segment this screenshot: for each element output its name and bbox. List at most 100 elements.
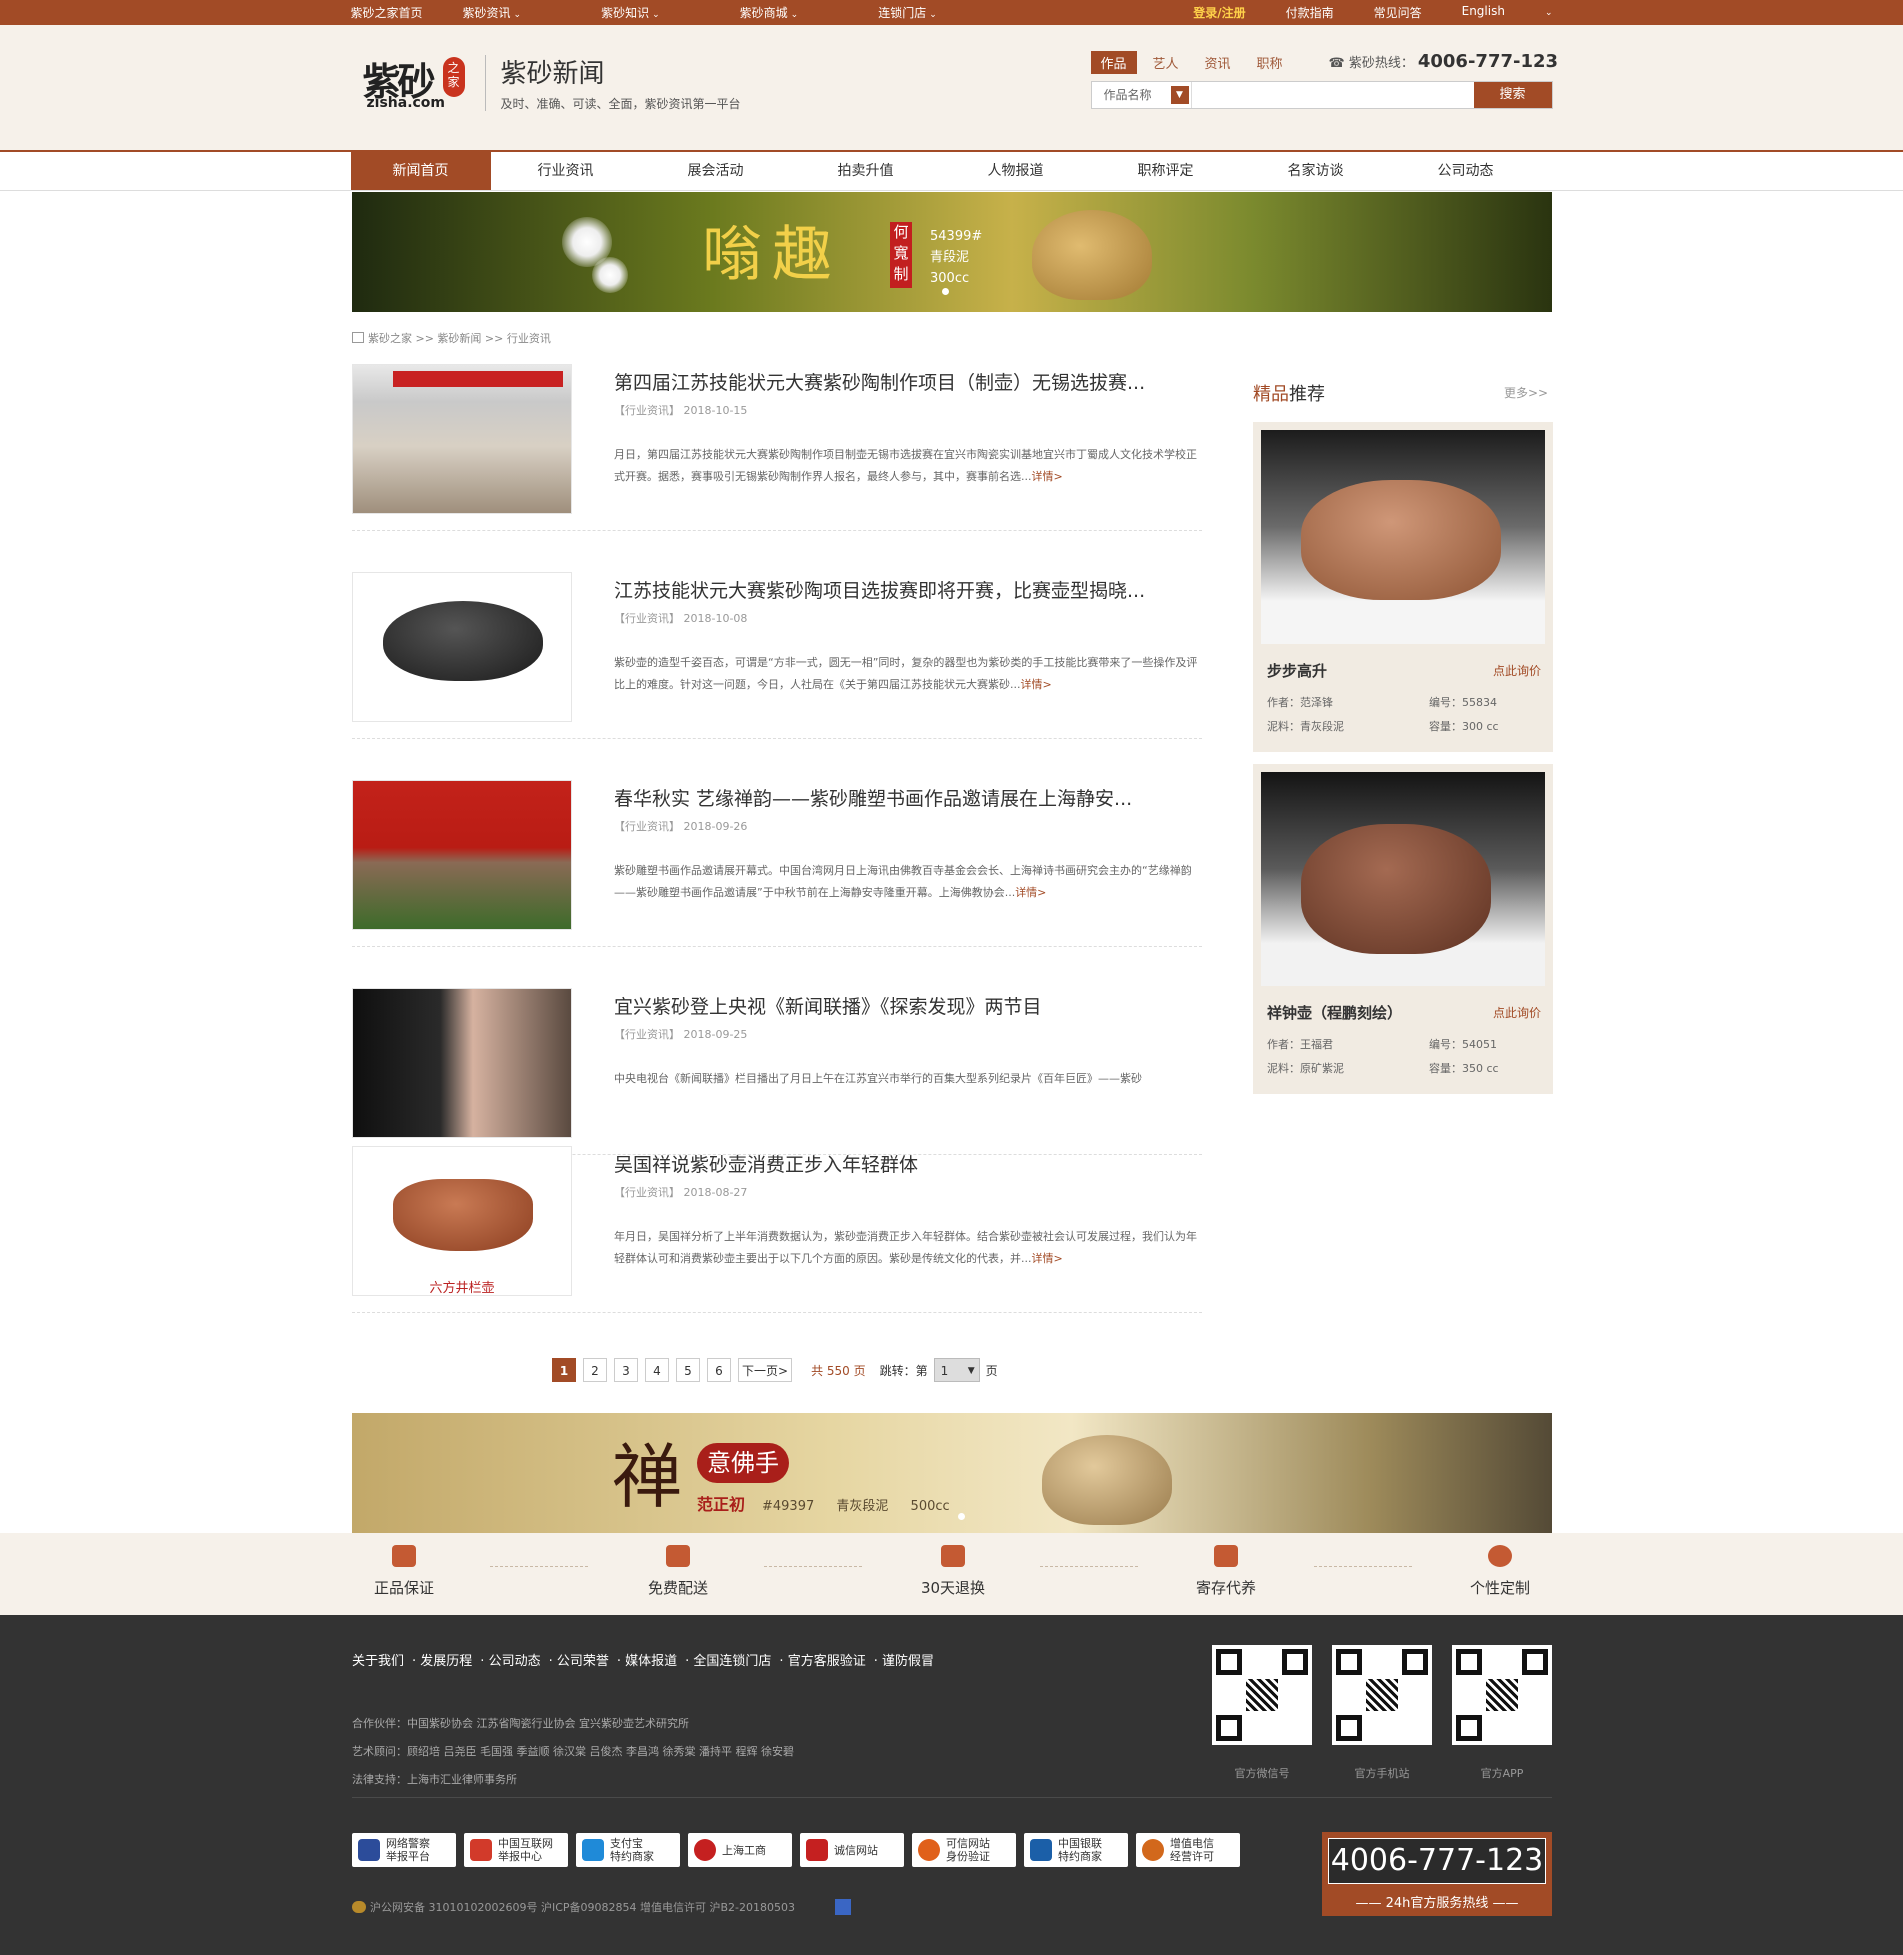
trust-badge[interactable]: 诚信网站: [800, 1833, 904, 1867]
trust-badge[interactable]: 中国银联 特约商家: [1024, 1833, 1128, 1867]
page-link[interactable]: 3: [614, 1358, 638, 1382]
footer-hotline-caption: —— 24h官方服务热线 ——: [1355, 1896, 1519, 1911]
read-more-link[interactable]: 详情>: [1015, 886, 1046, 899]
nav-interviews[interactable]: 名家访谈: [1241, 152, 1391, 190]
article-meta: 【行业资讯】 2018-09-25: [614, 1028, 748, 1041]
chevron-down-icon: ⌄: [513, 10, 522, 20]
police-badge-icon: [352, 1901, 366, 1913]
footer-link-news[interactable]: 公司动态: [489, 1654, 541, 1669]
page-link[interactable]: 5: [676, 1358, 700, 1382]
product-volume: 容量：350 cc: [1429, 1062, 1499, 1075]
nav-industry[interactable]: 行业资讯: [491, 152, 641, 190]
footer-link-verify[interactable]: 官方客服验证: [788, 1654, 866, 1669]
nav-people[interactable]: 人物报道: [941, 152, 1091, 190]
article-thumbnail[interactable]: [352, 364, 572, 514]
login-register-link[interactable]: 登录/注册: [1193, 4, 1245, 21]
chevron-down-icon: ⌄: [1544, 8, 1553, 18]
product-name[interactable]: 祥钟壶（程鹏刻绘）: [1267, 1002, 1402, 1023]
next-page-button[interactable]: 下一页>: [738, 1358, 793, 1382]
product-image[interactable]: [1261, 430, 1545, 644]
search-tab-titles[interactable]: 职称: [1247, 51, 1293, 74]
trust-badge[interactable]: 可信网站 身份验证: [912, 1833, 1016, 1867]
dropdown-arrow-icon: ▼: [1170, 86, 1189, 104]
inquire-price-link[interactable]: 点此询价: [1493, 1004, 1541, 1021]
article-title[interactable]: 吴国祥说紫砂壶消费正步入年轻群体: [614, 1150, 918, 1177]
article-title[interactable]: 宜兴紫砂登上央视《新闻联播》《探索发现》两节目: [614, 992, 1042, 1019]
nav-news-home[interactable]: 新闻首页: [350, 152, 491, 190]
top-link-news[interactable]: 紫砂资讯 ⌄: [463, 4, 562, 21]
footer-link-honors[interactable]: 公司荣誉: [557, 1654, 609, 1669]
trust-badge[interactable]: 上海工商: [688, 1833, 792, 1867]
product-name[interactable]: 步步高升: [1267, 660, 1327, 681]
article-item: 六方井栏壶 吴国祥说紫砂壶消费正步入年轻群体 【行业资讯】 2018-08-27…: [352, 1146, 1202, 1313]
nav-company[interactable]: 公司动态: [1391, 152, 1541, 190]
page-link[interactable]: 4: [645, 1358, 669, 1382]
search-tab-artists[interactable]: 艺人: [1143, 51, 1189, 74]
top-link-mall[interactable]: 紫砂商城 ⌄: [740, 4, 839, 21]
home-icon: [352, 332, 364, 343]
trust-badge[interactable]: 网络警察 举报平台: [352, 1833, 456, 1867]
read-more-link[interactable]: 详情>: [1021, 678, 1052, 691]
nav-titles[interactable]: 职称评定: [1091, 152, 1241, 190]
top-link-home[interactable]: 紫砂之家首页: [351, 4, 423, 21]
article-item: 江苏技能状元大赛紫砂陶项目选拔赛即将开赛，比赛壶型揭晓... 【行业资讯】 20…: [352, 572, 1202, 739]
banner-maker: 范正初: [697, 1495, 746, 1514]
article-title[interactable]: 江苏技能状元大赛紫砂陶项目选拔赛即将开赛，比赛壶型揭晓...: [614, 576, 1145, 603]
top-link-knowledge[interactable]: 紫砂知识 ⌄: [601, 4, 700, 21]
page-link[interactable]: 6: [707, 1358, 731, 1382]
site-header: 紫砂 之家 zisha.com 紫砂新闻 及时、准确、可读、全面，紫砂资讯第一平…: [0, 25, 1903, 152]
page-link[interactable]: 2: [583, 1358, 607, 1382]
read-more-link[interactable]: 详情>: [1032, 470, 1063, 483]
article-thumbnail[interactable]: [352, 988, 572, 1138]
top-link-faq[interactable]: 常见问答: [1374, 4, 1422, 21]
search-tab-news[interactable]: 资讯: [1195, 51, 1241, 74]
read-more-link[interactable]: 详情>: [1032, 1252, 1063, 1265]
verification-icon[interactable]: [835, 1899, 852, 1915]
article-meta: 【行业资讯】 2018-09-26: [614, 820, 748, 833]
promo-banner[interactable]: 嗡趣 何寬制 54399# 青段泥 300cc: [352, 192, 1552, 312]
language-switch[interactable]: English ⌄: [1462, 4, 1553, 21]
trust-badge[interactable]: 支付宝 特约商家: [576, 1833, 680, 1867]
service-storage: 寄存代养: [1156, 1545, 1296, 1598]
article-title[interactable]: 春华秋实 艺缘禅韵——紫砂雕塑书画作品邀请展在上海静安...: [614, 784, 1132, 811]
footer-link-media[interactable]: 媒体报道: [625, 1654, 677, 1669]
carousel-dot[interactable]: [958, 1513, 965, 1520]
search-category-select[interactable]: 作品名称 ▼: [1092, 82, 1192, 108]
article-summary: 紫砂雕塑书画作品邀请展开幕式。中国台湾网月日上海讯由佛教百寺基金会会长、上海禅诗…: [614, 864, 1192, 899]
emblem-icon: [694, 1839, 716, 1861]
search-input[interactable]: [1191, 82, 1474, 108]
site-logo[interactable]: 紫砂 之家 zisha.com: [363, 51, 475, 111]
nav-auction[interactable]: 拍卖升值: [791, 152, 941, 190]
top-link-payment[interactable]: 付款指南: [1286, 4, 1334, 21]
trust-badge[interactable]: 增值电信 经营许可: [1136, 1833, 1240, 1867]
product-image[interactable]: [1261, 772, 1545, 986]
top-bar: 紫砂之家首页 紫砂资讯 ⌄ 紫砂知识 ⌄ 紫砂商城 ⌄ 连锁门店 ⌄ 登录/注册 付款指…: [0, 0, 1903, 25]
hotline: ☎ 紫砂热线： 4006-777-123: [1328, 51, 1559, 72]
banner-info: #49397 青灰段泥 500cc: [762, 1499, 950, 1514]
footer-link-anti-fake[interactable]: 谨防假冒: [882, 1654, 934, 1669]
report-center-icon: [470, 1839, 492, 1861]
article-title[interactable]: 第四届江苏技能状元大赛紫砂陶制作项目（制壶）无锡选拔赛...: [614, 368, 1145, 395]
trust-badge[interactable]: 中国互联网 举报中心: [464, 1833, 568, 1867]
footer-link-history[interactable]: 发展历程: [420, 1654, 472, 1669]
recommend-more-link[interactable]: 更多>>: [1504, 384, 1548, 401]
carousel-dot[interactable]: [942, 288, 949, 295]
search-button[interactable]: 搜索: [1473, 82, 1552, 108]
banner-title: 意佛手: [697, 1443, 789, 1483]
inquire-price-link[interactable]: 点此询价: [1493, 662, 1541, 679]
footer-link-about[interactable]: 关于我们: [352, 1654, 404, 1669]
promo-banner-bottom[interactable]: 禅 意佛手 范正初 #49397 青灰段泥 500cc: [352, 1413, 1552, 1533]
nav-exhibitions[interactable]: 展会活动: [641, 152, 791, 190]
article-thumbnail[interactable]: [352, 572, 572, 722]
article-thumbnail[interactable]: [352, 780, 572, 930]
page-link[interactable]: 1: [552, 1358, 576, 1382]
article-summary: 年月日，吴国祥分析了上半年消费数据认为，紫砂壶消费正步入年轻群体。结合紫砂壶被社…: [614, 1230, 1197, 1265]
footer-link-stores[interactable]: 全国连锁门店: [693, 1654, 771, 1669]
top-link-stores[interactable]: 连锁门店 ⌄: [878, 4, 977, 21]
teapot-image: [1301, 824, 1491, 954]
page-jump-select[interactable]: 1 ▼: [933, 1358, 980, 1382]
article-thumbnail[interactable]: 六方井栏壶: [352, 1146, 572, 1296]
footer-hotline-box: 4006-777-123 —— 24h官方服务热线 ——: [1322, 1832, 1552, 1916]
search-tab-works[interactable]: 作品: [1090, 51, 1137, 74]
exchange-icon: [941, 1545, 965, 1567]
